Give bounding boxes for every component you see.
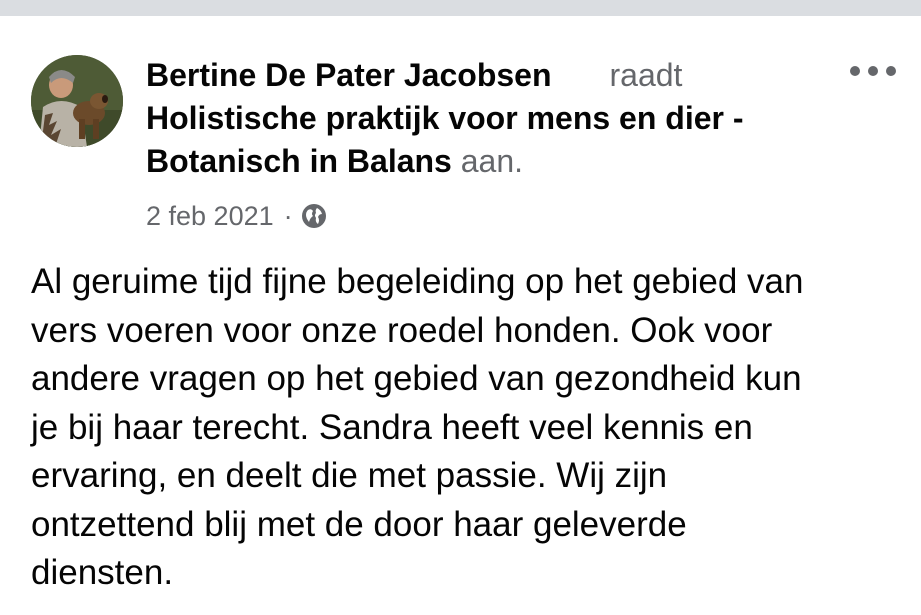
more-options-icon-dot xyxy=(868,66,878,76)
recommend-suffix: aan. xyxy=(451,143,524,179)
more-options-icon-dot xyxy=(886,66,896,76)
post-header: Bertine De Pater Jacobsen raadt Holistisc… xyxy=(146,54,836,183)
post-date-link[interactable]: 2 feb 2021 xyxy=(146,201,274,232)
more-options-button[interactable] xyxy=(850,58,896,84)
post-body-line: andere vragen op het gebied van gezondhe… xyxy=(31,359,802,398)
author-name-link[interactable]: Bertine De Pater Jacobsen xyxy=(146,57,552,93)
post-body-line: je bij haar terecht. Sandra heeft veel k… xyxy=(31,407,753,447)
post-body-line: ervaring, en deelt die met passie. Wij z… xyxy=(31,456,668,495)
recommend-verb: raadt xyxy=(609,57,683,93)
globe-icon[interactable] xyxy=(301,203,327,229)
page-name-link-line2[interactable]: Botanisch in Balans xyxy=(146,143,452,179)
post-body-line: diensten. xyxy=(31,553,174,592)
top-divider-bar xyxy=(0,0,921,16)
avatar-image xyxy=(31,55,123,147)
more-options-icon xyxy=(850,66,860,76)
post-body-line: Al geruime tijd fijne begeleiding op het… xyxy=(31,262,804,301)
post-meta: 2 feb 2021 · xyxy=(146,198,327,234)
post-body-line: ontzettend blij met de door haar gelever… xyxy=(31,504,687,544)
post-body-line: vers voeren voor onze roedel honden. Ook… xyxy=(31,310,773,350)
meta-separator: · xyxy=(283,200,293,231)
post-body: Al geruime tijd fijne begeleiding op het… xyxy=(31,258,901,598)
avatar[interactable] xyxy=(31,55,123,147)
page-name-link[interactable]: Holistische praktijk voor mens en dier - xyxy=(146,100,744,136)
